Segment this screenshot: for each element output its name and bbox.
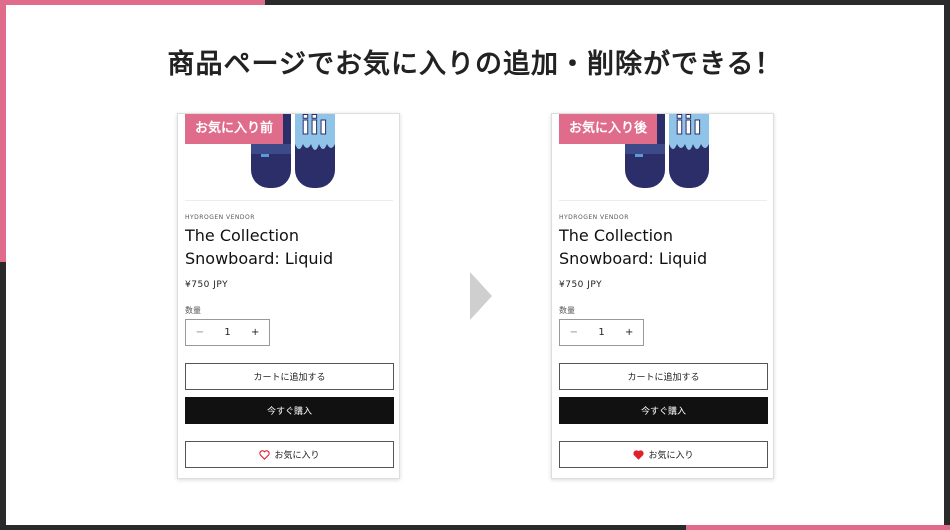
slide-canvas bbox=[6, 5, 944, 525]
quantity-stepper: − 1 + bbox=[185, 319, 270, 346]
product-title-line2: Snowboard: Liquid bbox=[559, 249, 708, 268]
headline: 商品ページでお気に入りの追加・削除ができる！ bbox=[167, 49, 783, 80]
favorite-state-badge: お気に入り前 bbox=[185, 114, 284, 144]
quantity-decrease-button[interactable]: − bbox=[186, 327, 214, 338]
quantity-stepper: − 1 + bbox=[559, 319, 644, 346]
svg-text:iiı: iiı bbox=[301, 114, 328, 141]
arrow-right-icon bbox=[470, 272, 492, 320]
quantity-label: 数量 bbox=[559, 306, 575, 315]
quantity-increase-button[interactable]: + bbox=[241, 327, 269, 338]
heart-filled-icon bbox=[633, 449, 645, 460]
quantity-value[interactable]: 1 bbox=[588, 327, 616, 338]
product-price: ¥750 JPY bbox=[559, 280, 603, 290]
product-image: iiı お気に入り前 bbox=[185, 114, 393, 201]
product-title-line1: The Collection bbox=[185, 226, 299, 245]
buy-now-button[interactable]: 今すぐ購入 bbox=[185, 397, 394, 424]
favorite-button-label: お気に入り bbox=[274, 451, 320, 461]
favorite-button[interactable]: お気に入り bbox=[185, 441, 394, 468]
vendor-name: HYDROGEN VENDOR bbox=[559, 214, 629, 221]
favorite-button-label: お気に入り bbox=[648, 451, 694, 461]
quantity-decrease-button[interactable]: − bbox=[560, 327, 588, 338]
quantity-label: 数量 bbox=[185, 306, 201, 315]
product-title-line2: Snowboard: Liquid bbox=[185, 249, 334, 268]
product-card-after: iiı お気に入り後 HYDROGEN VENDOR The Collectio… bbox=[551, 113, 774, 479]
vendor-name: HYDROGEN VENDOR bbox=[185, 214, 255, 221]
add-to-cart-button[interactable]: カートに追加する bbox=[559, 363, 768, 390]
buy-now-button[interactable]: 今すぐ購入 bbox=[559, 397, 768, 424]
product-card-before: iiı お気に入り前 HYDROGEN VENDOR The Collectio… bbox=[177, 113, 400, 479]
favorite-state-badge: お気に入り後 bbox=[559, 114, 658, 144]
product-title: The Collection Snowboard: Liquid bbox=[559, 224, 769, 270]
heart-outline-icon bbox=[259, 449, 271, 460]
accent-bar-bottom bbox=[686, 525, 950, 530]
quantity-value[interactable]: 1 bbox=[214, 327, 242, 338]
svg-text:iiı: iiı bbox=[675, 114, 702, 141]
product-title: The Collection Snowboard: Liquid bbox=[185, 224, 395, 270]
favorite-button[interactable]: お気に入り bbox=[559, 441, 768, 468]
quantity-increase-button[interactable]: + bbox=[615, 327, 643, 338]
product-image: iiı お気に入り後 bbox=[559, 114, 767, 201]
add-to-cart-button[interactable]: カートに追加する bbox=[185, 363, 394, 390]
product-title-line1: The Collection bbox=[559, 226, 673, 245]
product-price: ¥750 JPY bbox=[185, 280, 229, 290]
